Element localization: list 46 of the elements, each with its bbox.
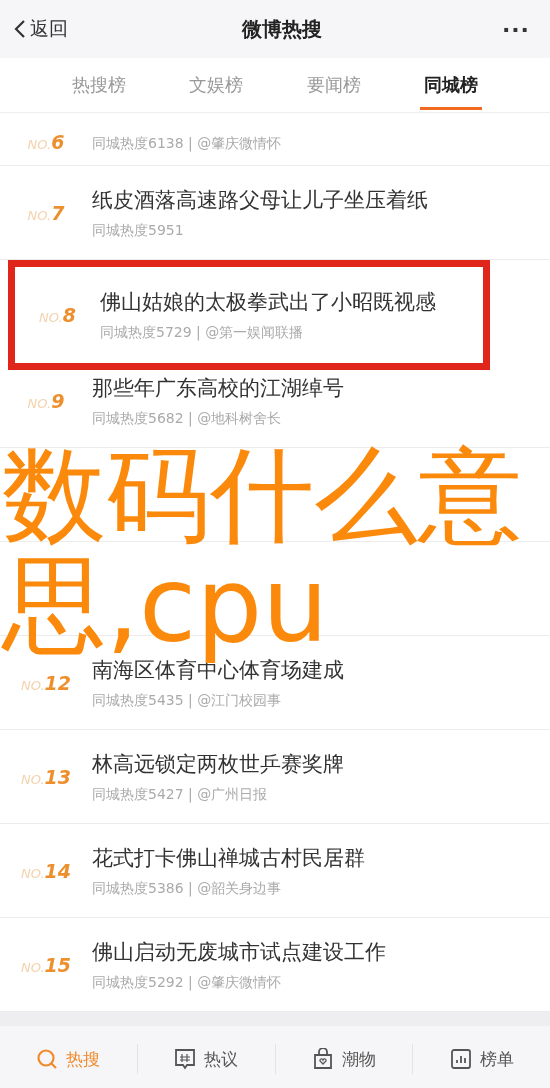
item-meta: 同城热度5682 | @地科树舍长 [92,409,283,428]
item-meta: 同城热度5427 | @广州日报 [92,785,269,804]
rank-number: 13 [44,765,71,788]
rank-number: 9 [51,389,65,412]
more-button[interactable]: ··· [495,15,536,43]
back-button[interactable]: 返回 [14,16,68,42]
item-meta: 同城热度5729 | @第一娱闻联播 [100,324,305,342]
rank-number: 7 [51,201,65,224]
item-title: 纸皮酒落高速路父母让儿子坐压着纸 [92,186,428,214]
bar-chart-icon [449,1048,472,1070]
item-title: 花式打卡佛山禅城古村民居群 [92,844,365,872]
list-row[interactable]: NO.13 林高远锁定两枚世乒赛奖牌 同城热度5427 | @广州日报 [0,730,550,824]
item-title: 佛山姑娘的太极拳武出了小昭既视感 [100,289,436,316]
rank-number: 6 [51,131,65,153]
rank-prefix: NO. [21,865,45,881]
list-row[interactable]: NO.14 花式打卡佛山禅城古村民居群 同城热度5386 | @韶关身边事 [0,824,550,918]
item-title: 林高远锁定两枚世乒赛奖牌 [92,750,344,778]
nav-item[interactable]: 热议 [137,1044,276,1074]
chevron-left-icon [14,19,26,39]
item-title: 那些年广东高校的江湖绰号 [92,374,344,402]
tab[interactable]: 同城榜 [420,60,483,110]
rank-prefix: NO. [21,959,45,975]
highlight-frame[interactable]: NO.8 佛山姑娘的太极拳武出了小昭既视感 同城热度5729 | @第一娱闻联播 [8,260,490,370]
nav-item[interactable]: 榜单 [413,1044,550,1074]
rank-prefix: NO. [39,310,63,325]
rank-number: 12 [44,671,71,694]
item-meta: 同城热度5951 [92,221,185,240]
rank-prefix: NO. [27,395,52,411]
nav-item[interactable]: 潮物 [275,1044,414,1074]
item-meta: 同城热度5292 | @肇庆微情怀 [92,973,283,992]
page-title: 微博热搜 [241,15,322,43]
rank-number: 15 [44,953,71,976]
item-title: 佛山启动无废城市试点建设工作 [92,938,386,966]
bag-icon [311,1048,334,1070]
speech-bubble-icon [174,1048,197,1070]
rank-number: 14 [44,859,71,882]
rank-prefix: NO. [27,137,52,152]
item-meta: 同城热度5435 | @江门校园事 [92,691,283,710]
item-meta: 同城热度6138 | @肇庆微情怀 [92,135,282,153]
rank-number: 8 [62,304,76,326]
rank-prefix: NO. [21,677,45,693]
item-meta: 同城热度5386 | @韶关身边事 [92,879,283,898]
list-row[interactable]: NO.7 纸皮酒落高速路父母让儿子坐压着纸 同城热度5951 [0,166,550,260]
rank-prefix: NO. [21,771,45,787]
search-icon [36,1048,59,1070]
rank-prefix: NO. [27,207,52,223]
